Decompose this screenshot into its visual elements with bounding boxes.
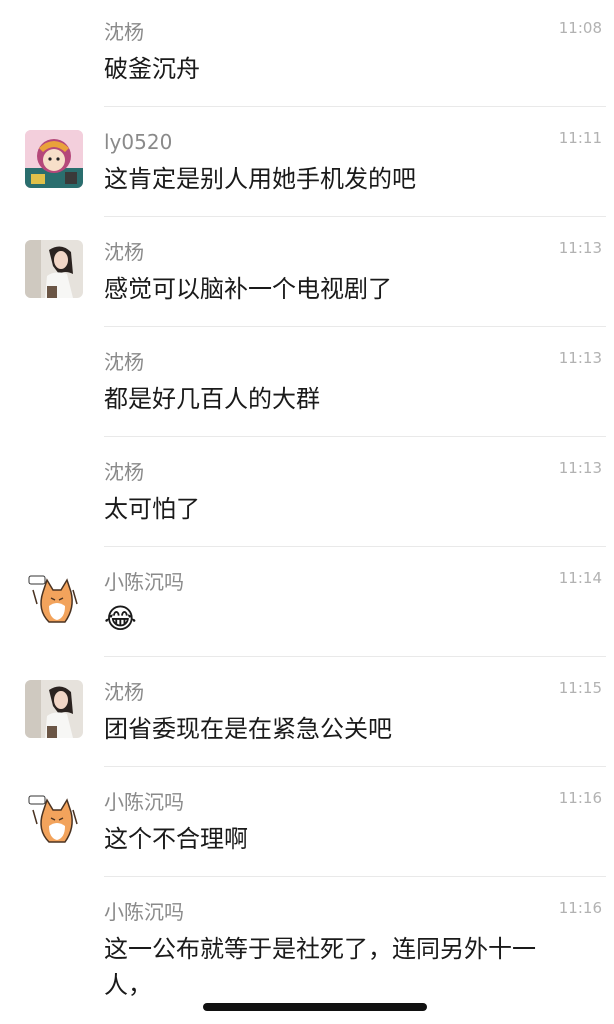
message-time: 11:16 — [558, 789, 602, 807]
message-text: 破釜沉舟 — [104, 55, 200, 83]
message-time: 11:14 — [558, 569, 602, 587]
avatar[interactable] — [25, 130, 83, 188]
message-time: 11:16 — [558, 899, 602, 917]
divider — [104, 216, 606, 217]
message-text: 这一公布就等于是社死了，连同另外十一人， — [104, 935, 536, 999]
sender-name[interactable]: 沈杨 — [104, 240, 144, 264]
cat-sticker-avatar-icon — [25, 570, 83, 628]
message-text: 这个不合理啊 — [104, 825, 248, 853]
divider — [104, 436, 606, 437]
divider — [104, 766, 606, 767]
sender-name[interactable]: 小陈沉吗 — [104, 790, 184, 814]
sender-name[interactable]: 沈杨 — [104, 20, 144, 44]
home-indicator[interactable] — [203, 1003, 427, 1011]
divider — [104, 326, 606, 327]
message-time: 11:08 — [558, 19, 602, 37]
tears-of-joy-emoji: 😂 — [104, 602, 137, 635]
woman-photo-avatar-icon — [25, 680, 83, 738]
avatar[interactable] — [25, 240, 83, 298]
message-time: 11:15 — [558, 679, 602, 697]
sender-name[interactable]: 小陈沉吗 — [104, 900, 184, 924]
message-time: 11:13 — [558, 459, 602, 477]
divider — [104, 656, 606, 657]
message-text: 感觉可以脑补一个电视剧了 — [104, 275, 392, 303]
cat-sticker-avatar-icon — [25, 790, 83, 848]
divider — [104, 106, 606, 107]
sender-name[interactable]: 沈杨 — [104, 680, 144, 704]
message-text: 太可怕了 — [104, 495, 200, 523]
message-text: 这肯定是别人用她手机发的吧 — [104, 165, 416, 193]
sender-name[interactable]: 沈杨 — [104, 350, 144, 374]
sender-name[interactable]: ly0520 — [104, 130, 172, 154]
chat-message-list[interactable]: 沈杨 11:08 破釜沉舟 ly0520 11:11 这肯定是别人用她手机发的吧 — [0, 0, 614, 1024]
avatar[interactable] — [25, 680, 83, 738]
avatar[interactable] — [25, 570, 83, 628]
woman-photo-avatar-icon — [25, 240, 83, 298]
sender-name[interactable]: 小陈沉吗 — [104, 570, 184, 594]
divider — [104, 546, 606, 547]
divider — [104, 876, 606, 877]
sender-name[interactable]: 沈杨 — [104, 460, 144, 484]
message-text: 团省委现在是在紧急公关吧 — [104, 715, 392, 743]
message-text: 都是好几百人的大群 — [104, 385, 320, 413]
message-time: 11:11 — [558, 129, 602, 147]
avatar[interactable] — [25, 790, 83, 848]
message-time: 11:13 — [558, 239, 602, 257]
anime-girl-avatar-icon — [25, 130, 83, 188]
message-time: 11:13 — [558, 349, 602, 367]
